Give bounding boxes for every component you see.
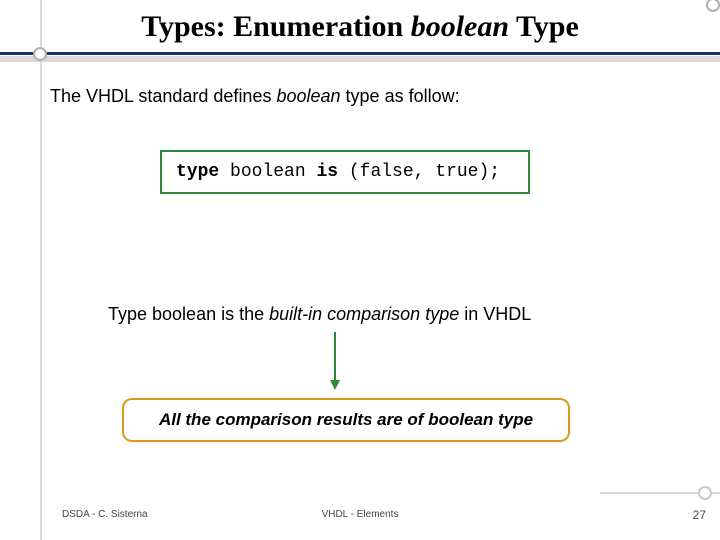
arrow-down-icon — [334, 332, 336, 388]
intro-post: type as follow: — [341, 86, 460, 106]
title-text-ital: boolean — [411, 10, 509, 43]
footer-title: VHDL - Elements — [0, 509, 720, 520]
code-keyword: is — [316, 162, 338, 182]
title-text-post: Type — [509, 10, 579, 43]
slide: Types: Enumeration boolean Type The VHDL… — [0, 0, 720, 540]
code-box: type boolean is (false, true); — [160, 150, 530, 194]
slide-title: Types: Enumeration boolean Type — [0, 10, 720, 44]
title-text-pre: Types: Enumeration — [141, 10, 410, 43]
intro-pre: The VHDL standard defines — [50, 86, 276, 106]
callout-box: All the comparison results are of boolea… — [122, 398, 570, 442]
code-keyword: type — [176, 162, 219, 182]
title-underline-shadow — [0, 56, 720, 62]
intro-line: The VHDL standard defines boolean type a… — [50, 86, 460, 107]
callout-text: All the comparison results are of boolea… — [159, 410, 533, 429]
code-text: (false, true); — [338, 162, 500, 182]
mid-pre: Type boolean is the — [108, 304, 269, 324]
mid-ital: built-in comparison type — [269, 304, 459, 324]
page-number: 27 — [693, 508, 706, 522]
left-rule — [40, 0, 42, 540]
title-underline — [0, 52, 720, 55]
mid-line: Type boolean is the built-in comparison … — [108, 304, 531, 325]
code-text: boolean — [219, 162, 316, 182]
corner-circle-icon — [698, 486, 712, 500]
intro-ital: boolean — [276, 86, 340, 106]
corner-circle-icon — [33, 47, 47, 61]
mid-post: in VHDL — [459, 304, 531, 324]
